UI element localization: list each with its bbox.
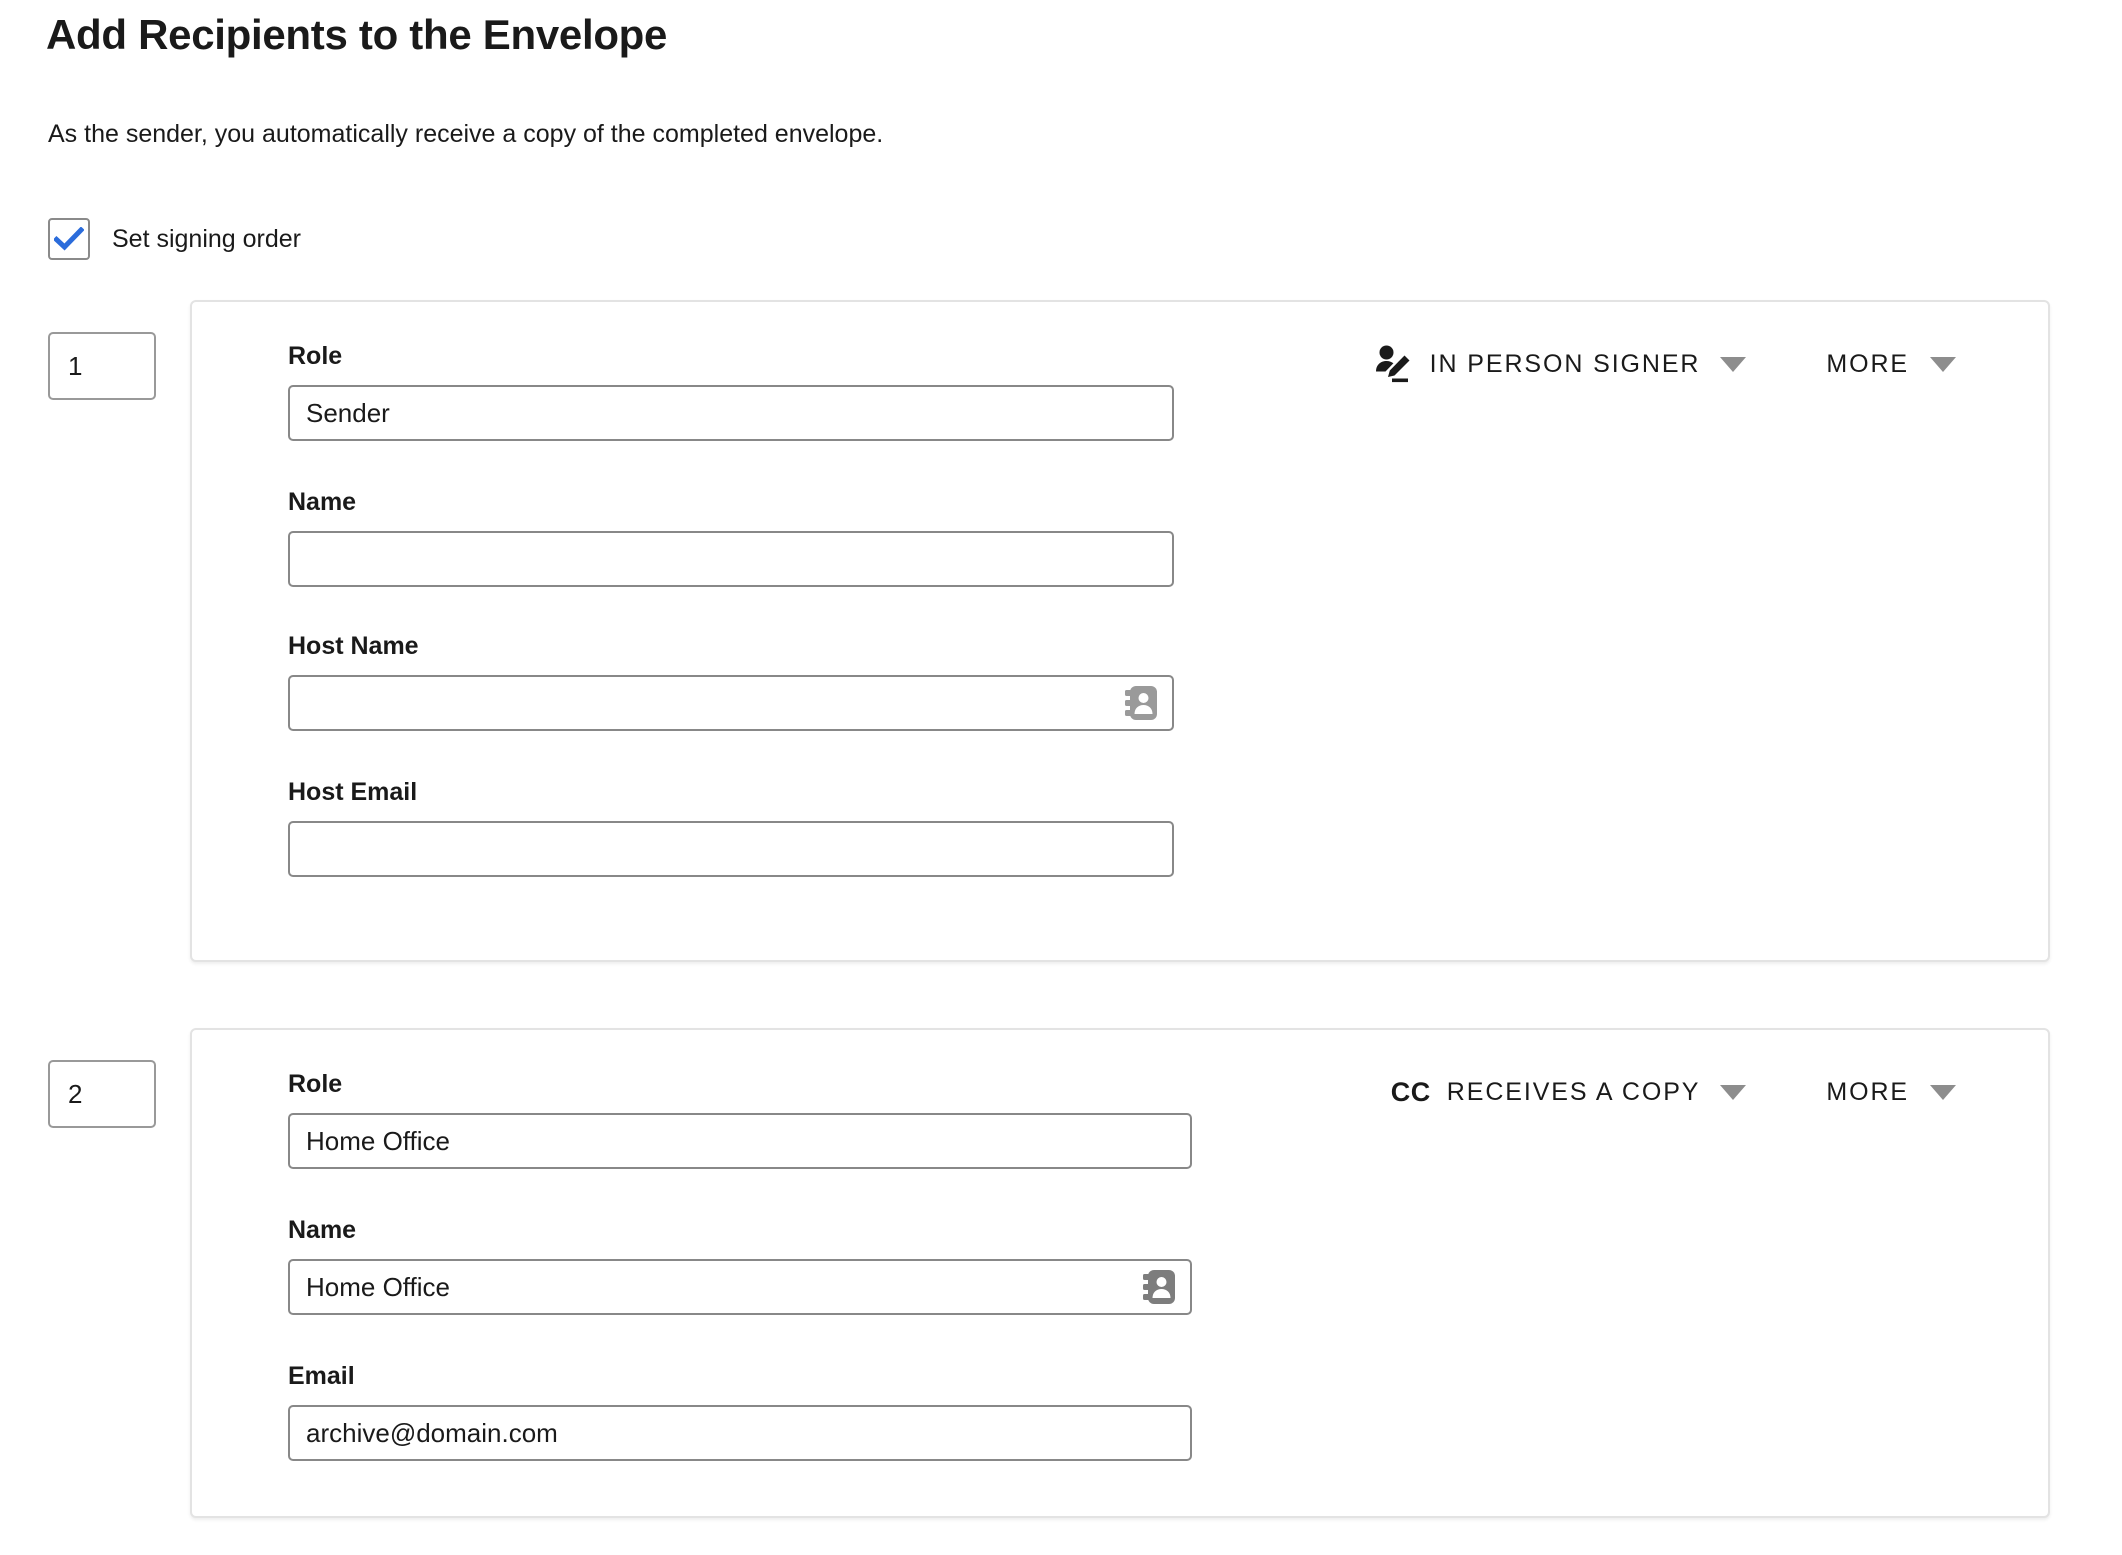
field-label-name: Name <box>288 488 357 516</box>
host-name-input[interactable] <box>288 675 1174 731</box>
recipient-row: IN PERSON SIGNER MORE Role Name <box>0 300 2122 965</box>
more-label: MORE <box>1826 1077 1909 1106</box>
field-name: Name <box>288 1218 1192 1315</box>
field-label-role: Role <box>288 1070 343 1098</box>
recipient-card: CC RECEIVES A COPY MORE Role Nam <box>190 1028 2050 1518</box>
field-name: Name <box>288 490 1174 587</box>
name-input-wrap <box>288 531 1174 587</box>
name-input[interactable] <box>288 531 1174 587</box>
name-input-wrap <box>288 1259 1192 1315</box>
check-icon <box>54 227 84 251</box>
recipient-type-label: IN PERSON SIGNER <box>1429 349 1701 378</box>
recipient-type-dropdown[interactable]: IN PERSON SIGNER <box>1374 345 1759 383</box>
role-input-wrap <box>288 385 1174 441</box>
set-signing-order-label: Set signing order <box>112 224 302 253</box>
field-role: Role <box>288 344 1174 441</box>
page-title: Add Recipients to the Envelope <box>46 11 668 58</box>
recipient-row: CC RECEIVES A COPY MORE Role Nam <box>0 1028 2122 1520</box>
host-name-input-wrap <box>288 675 1174 731</box>
signing-order-input[interactable] <box>48 1060 156 1128</box>
field-host-email: Host Email <box>288 780 1174 877</box>
address-book-button[interactable] <box>1142 1267 1180 1307</box>
chevron-down-icon[interactable] <box>1930 356 1956 372</box>
email-input[interactable] <box>288 1405 1192 1461</box>
role-input[interactable] <box>288 385 1174 441</box>
address-book-icon <box>1125 686 1157 720</box>
field-label-role: Role <box>288 342 343 370</box>
chevron-down-icon[interactable] <box>1720 1084 1747 1100</box>
recipient-card: IN PERSON SIGNER MORE Role Name <box>190 300 2050 962</box>
field-role: Role <box>288 1072 1192 1169</box>
field-label-email: Email <box>288 1362 355 1390</box>
email-input-wrap <box>288 1405 1192 1461</box>
address-book-icon <box>1143 1270 1175 1304</box>
recipient-type-dropdown[interactable]: CC RECEIVES A COPY <box>1390 1076 1759 1107</box>
recipient-card-actions: CC RECEIVES A COPY MORE <box>1391 1072 2048 1112</box>
recipient-card-actions: IN PERSON SIGNER MORE <box>1374 344 2048 384</box>
more-button[interactable]: MORE <box>1826 349 2048 378</box>
chevron-down-icon[interactable] <box>1720 356 1747 372</box>
field-host-name: Host Name <box>288 634 1174 731</box>
field-label-host-email: Host Email <box>288 778 418 806</box>
add-recipients-page: Add Recipients to the Envelope As the se… <box>0 0 2122 1555</box>
field-label-name: Name <box>288 1216 357 1244</box>
host-email-input-wrap <box>288 821 1174 877</box>
signing-order-input[interactable] <box>48 332 156 400</box>
name-input[interactable] <box>288 1259 1192 1315</box>
role-input-wrap <box>288 1113 1192 1169</box>
more-label: MORE <box>1826 349 1909 378</box>
field-email: Email <box>288 1364 1192 1461</box>
cc-icon: CC <box>1390 1076 1431 1107</box>
recipient-type-label: RECEIVES A COPY <box>1446 1077 1701 1106</box>
host-email-input[interactable] <box>288 821 1174 877</box>
chevron-down-icon[interactable] <box>1930 1084 1956 1100</box>
in-person-signer-icon <box>1375 345 1410 383</box>
set-signing-order-row[interactable]: Set signing order <box>48 218 301 260</box>
field-label-host-name: Host Name <box>288 632 419 660</box>
page-subtitle: As the sender, you automatically receive… <box>48 120 884 148</box>
set-signing-order-checkbox[interactable] <box>48 218 90 260</box>
role-input[interactable] <box>288 1113 1192 1169</box>
more-button[interactable]: MORE <box>1826 1077 2048 1106</box>
address-book-button[interactable] <box>1124 683 1162 723</box>
